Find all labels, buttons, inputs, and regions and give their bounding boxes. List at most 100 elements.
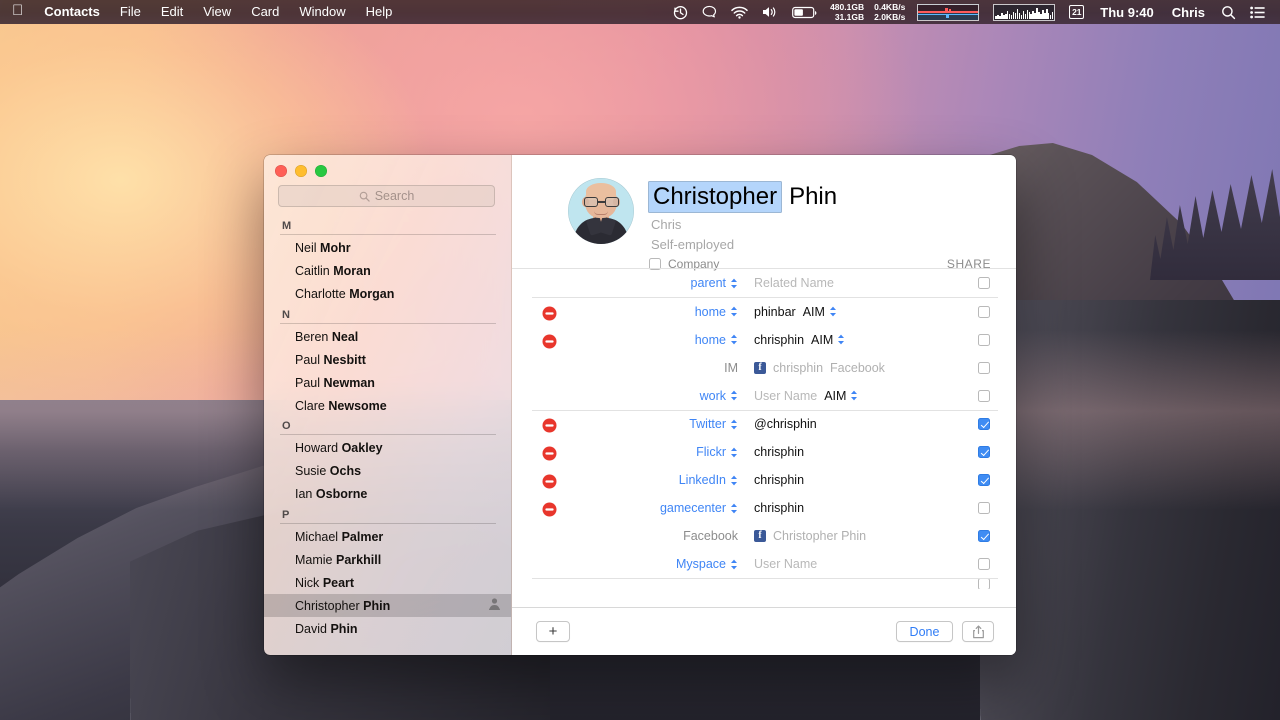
cpu-history-graph-icon[interactable]: [986, 0, 1062, 24]
contact-field-row[interactable]: home chrisphin AIM: [512, 326, 1016, 354]
list-item[interactable]: Ian Osborne: [264, 483, 511, 506]
contact-field-row[interactable]: gamecenter chrisphin: [512, 494, 1016, 522]
menu-item-help[interactable]: Help: [356, 0, 403, 24]
share-checkbox[interactable]: [978, 305, 990, 318]
list-item[interactable]: Charlotte Morgan: [264, 283, 511, 306]
share-checkbox[interactable]: [978, 558, 990, 570]
list-item[interactable]: Clare Newsome: [264, 394, 511, 417]
volume-icon[interactable]: [755, 0, 785, 24]
contact-list[interactable]: M Neil Mohr Caitlin Moran Charlotte Morgan N Ber…: [264, 217, 511, 655]
field-label-stepper-icon[interactable]: [730, 503, 738, 514]
contact-field-row[interactable]: Facebook f Christopher Phin: [512, 522, 1016, 550]
contact-field-row[interactable]: work User Name AIM: [512, 382, 1016, 410]
share-checkbox[interactable]: [978, 333, 990, 346]
remove-field-icon[interactable]: [542, 502, 557, 517]
field-value[interactable]: chrisphin: [754, 445, 804, 459]
share-checkbox[interactable]: [978, 277, 990, 289]
menu-item-edit[interactable]: Edit: [151, 0, 193, 24]
list-item[interactable]: Michael Palmer: [264, 525, 511, 548]
list-item[interactable]: Caitlin Moran: [264, 260, 511, 283]
messages-icon[interactable]: [695, 0, 724, 24]
field-label-stepper-icon[interactable]: [730, 419, 738, 430]
field-label[interactable]: Twitter: [612, 417, 738, 431]
field-label-stepper-icon[interactable]: [730, 447, 738, 458]
menu-item-file[interactable]: File: [110, 0, 151, 24]
field-label[interactable]: parent: [612, 276, 738, 290]
field-value[interactable]: chrisphin AIM: [754, 333, 845, 347]
wifi-icon[interactable]: [724, 0, 755, 24]
share-checkbox[interactable]: [978, 418, 990, 430]
menu-item-contacts[interactable]: Contacts: [34, 0, 110, 24]
field-label-stepper-icon[interactable]: [730, 559, 738, 570]
time-machine-icon[interactable]: [666, 0, 695, 24]
contact-field-row[interactable]: Twitter @chrisphin: [512, 410, 1016, 438]
field-label-stepper-icon[interactable]: [730, 475, 738, 486]
field-value[interactable]: User Name: [754, 557, 817, 571]
spotlight-search-icon[interactable]: [1214, 0, 1243, 24]
network-graph-icon[interactable]: [910, 0, 986, 24]
field-label[interactable]: Facebook: [612, 529, 738, 543]
contact-field-row[interactable]: Flickr chrisphin: [512, 438, 1016, 466]
remove-field-icon[interactable]: [542, 418, 557, 433]
field-value[interactable]: Related Name: [754, 276, 834, 290]
field-service[interactable]: AIM: [811, 333, 845, 347]
network-speed-indicator[interactable]: 0.4KB/s 2.0KB/s: [869, 2, 910, 22]
remove-field-icon[interactable]: [542, 306, 557, 321]
share-button[interactable]: [962, 621, 994, 642]
remove-field-icon[interactable]: [542, 474, 557, 489]
field-label[interactable]: home: [612, 333, 738, 347]
field-value[interactable]: @chrisphin: [754, 417, 817, 431]
field-label-stepper-icon[interactable]: [730, 306, 738, 317]
contact-field-row[interactable]: IM f chrisphin Facebook: [512, 354, 1016, 382]
field-label[interactable]: IM: [612, 361, 738, 375]
share-checkbox[interactable]: [978, 530, 990, 542]
field-value[interactable]: f Christopher Phin: [754, 529, 866, 543]
list-item[interactable]: Mamie Parkhill: [264, 548, 511, 571]
share-checkbox[interactable]: [978, 578, 990, 589]
field-label-stepper-icon[interactable]: [730, 390, 738, 401]
contact-fields-list[interactable]: parent Related Name home phinbar AIM home chri…: [512, 268, 1016, 607]
field-label[interactable]: work: [612, 389, 738, 403]
field-label[interactable]: home: [612, 305, 738, 319]
field-value[interactable]: User Name AIM: [754, 389, 858, 403]
menu-item-window[interactable]: Window: [289, 0, 355, 24]
storage-indicator[interactable]: 480.1GB 31.1GB: [825, 2, 869, 22]
contact-field-row[interactable]: home phinbar AIM: [512, 298, 1016, 326]
field-label[interactable]: gamecenter: [612, 501, 738, 515]
search-field[interactable]: Search: [278, 185, 495, 207]
list-item[interactable]: David Phin: [264, 617, 511, 640]
field-value[interactable]: chrisphin: [754, 501, 804, 515]
field-label-stepper-icon[interactable]: [730, 334, 738, 345]
remove-field-icon[interactable]: [542, 446, 557, 461]
job-title-field[interactable]: Self-employed: [651, 237, 734, 252]
close-button[interactable]: [275, 165, 287, 177]
first-name-field[interactable]: Christopher: [648, 181, 783, 213]
field-label[interactable]: Flickr: [612, 445, 738, 459]
list-item[interactable]: Nick Peart: [264, 571, 511, 594]
notification-center-icon[interactable]: [1243, 0, 1272, 24]
share-checkbox[interactable]: [978, 361, 990, 374]
share-checkbox[interactable]: [978, 389, 990, 402]
calendar-date-icon[interactable]: 21: [1062, 0, 1091, 24]
field-value[interactable]: f chrisphin Facebook: [754, 361, 885, 375]
field-service-stepper-icon[interactable]: [850, 390, 858, 401]
remove-field-icon[interactable]: [542, 334, 557, 349]
contact-field-row[interactable]: Myspace User Name: [512, 550, 1016, 578]
field-label[interactable]: Myspace: [612, 557, 738, 571]
share-checkbox[interactable]: [978, 474, 990, 486]
field-value[interactable]: chrisphin: [754, 473, 804, 487]
share-checkbox[interactable]: [978, 446, 990, 458]
contact-field-row[interactable]: [512, 578, 1016, 589]
list-item[interactable]: Christopher Phin: [264, 594, 511, 617]
battery-icon[interactable]: [785, 0, 825, 24]
contact-field-row[interactable]: parent Related Name: [512, 269, 1016, 297]
add-field-button[interactable]: +: [536, 621, 570, 642]
menu-item-card[interactable]: Card: [241, 0, 289, 24]
field-value[interactable]: phinbar AIM: [754, 305, 837, 319]
user-menu[interactable]: Chris: [1163, 5, 1214, 20]
contact-field-row[interactable]: LinkedIn chrisphin: [512, 466, 1016, 494]
done-button[interactable]: Done: [896, 621, 953, 642]
list-item[interactable]: Susie Ochs: [264, 460, 511, 483]
field-service[interactable]: AIM: [803, 305, 837, 319]
menu-item-view[interactable]: View: [193, 0, 241, 24]
